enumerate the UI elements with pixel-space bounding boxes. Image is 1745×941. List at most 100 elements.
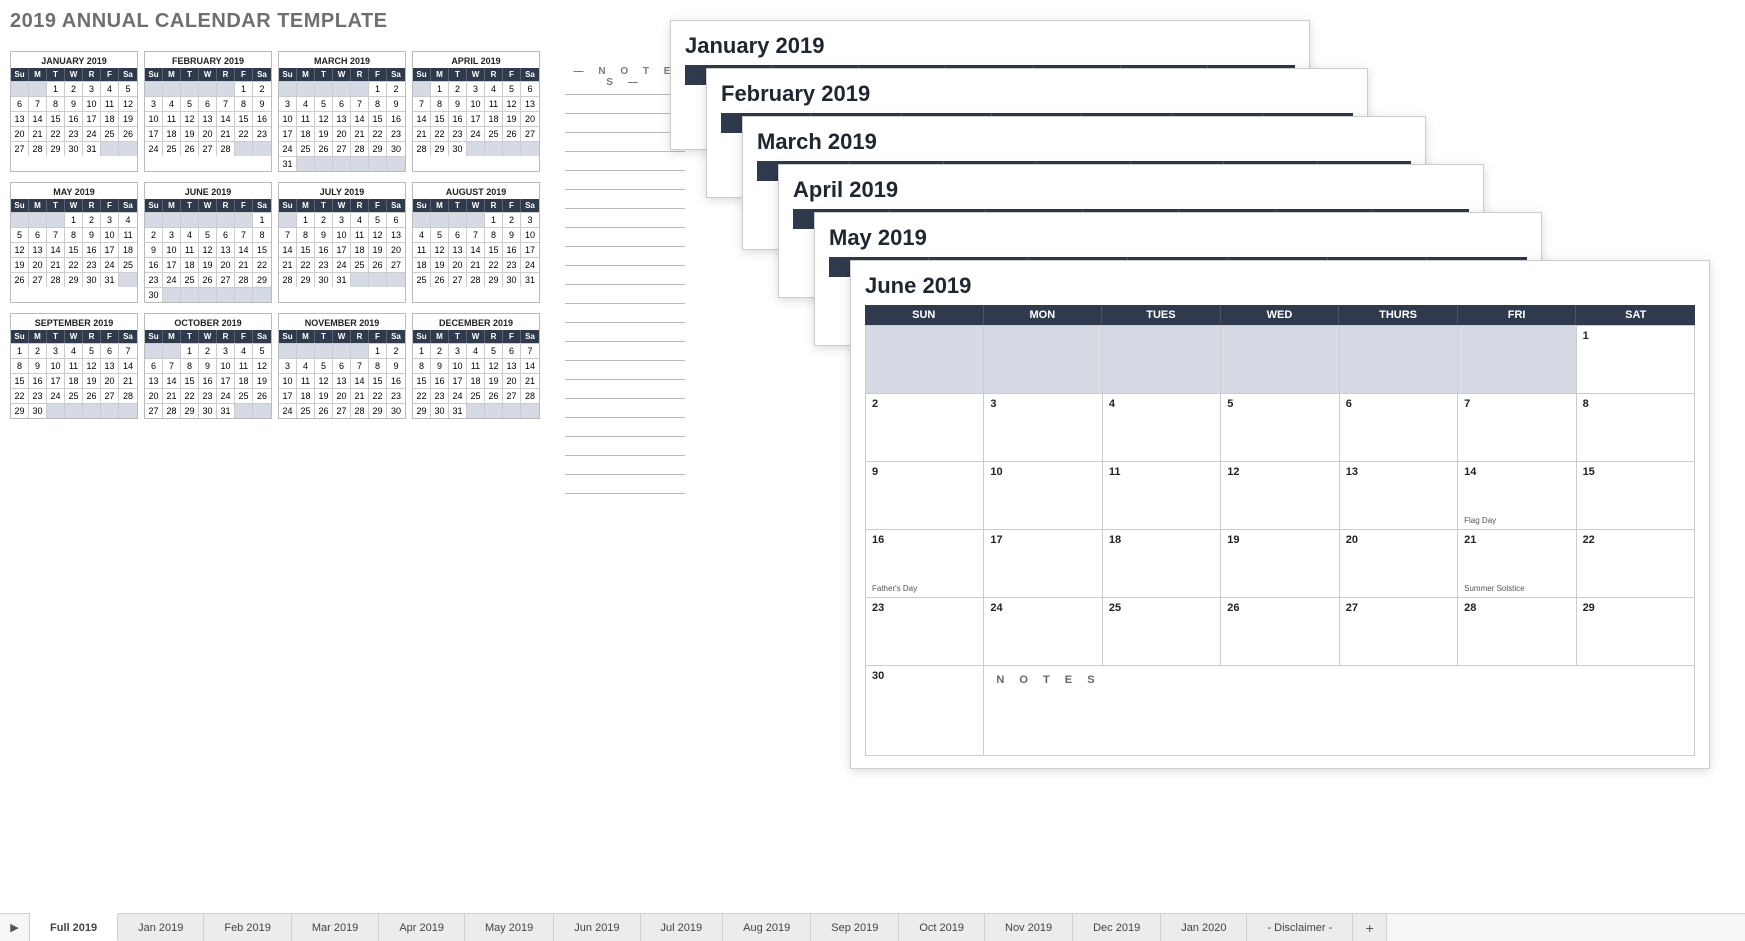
calendar-day-cell[interactable]: 14Flag Day bbox=[1458, 462, 1576, 530]
calendar-day-cell[interactable]: 23 bbox=[866, 598, 984, 666]
calendar-day-cell[interactable]: 2 bbox=[866, 394, 984, 462]
mini-day-header: Su bbox=[279, 330, 297, 343]
mini-day-cell: 7 bbox=[521, 343, 539, 358]
mini-day-cell: 7 bbox=[217, 96, 235, 111]
calendar-day-cell[interactable]: 11 bbox=[1103, 462, 1221, 530]
calendar-day-cell[interactable]: 17 bbox=[984, 530, 1102, 598]
calendar-day-cell[interactable]: 28 bbox=[1458, 598, 1576, 666]
mini-day-cell: 5 bbox=[315, 96, 333, 111]
sheet-tab[interactable]: Nov 2019 bbox=[985, 914, 1073, 941]
calendar-day-cell[interactable]: 22 bbox=[1577, 530, 1695, 598]
mini-day-header: Su bbox=[145, 68, 163, 81]
calendar-day-cell[interactable]: 27 bbox=[1340, 598, 1458, 666]
calendar-day-cell[interactable] bbox=[1458, 326, 1576, 394]
day-event-label: Father's Day bbox=[872, 584, 917, 593]
mini-day-header: T bbox=[449, 68, 467, 81]
mini-day-cell: 4 bbox=[181, 227, 199, 242]
notes-lines[interactable] bbox=[565, 94, 685, 504]
mini-day-cell: 28 bbox=[279, 272, 297, 287]
mini-day-cell: 9 bbox=[387, 96, 405, 111]
mini-day-cell: 26 bbox=[11, 272, 29, 287]
sheet-tab[interactable]: Jul 2019 bbox=[641, 914, 724, 941]
mini-day-cell bbox=[47, 212, 65, 227]
mini-day-cell: 23 bbox=[83, 257, 101, 272]
mini-day-cell: 13 bbox=[503, 358, 521, 373]
calendar-day-cell[interactable]: 1 bbox=[1577, 326, 1695, 394]
calendar-day-cell[interactable]: 9 bbox=[866, 462, 984, 530]
calendar-day-cell[interactable]: 15 bbox=[1577, 462, 1695, 530]
calendar-day-cell[interactable] bbox=[984, 326, 1102, 394]
calendar-day-cell[interactable]: 18 bbox=[1103, 530, 1221, 598]
mini-day-header: W bbox=[199, 68, 217, 81]
calendar-day-cell[interactable] bbox=[866, 326, 984, 394]
sheet-tab[interactable]: May 2019 bbox=[465, 914, 554, 941]
mini-day-cell: 7 bbox=[279, 227, 297, 242]
mini-day-cell: 4 bbox=[65, 343, 83, 358]
calendar-day-cell[interactable]: 7 bbox=[1458, 394, 1576, 462]
calendar-day-cell[interactable]: 29 bbox=[1577, 598, 1695, 666]
calendar-day-cell[interactable] bbox=[1103, 326, 1221, 394]
mini-calendar: JUNE 2019SuMTWRFSa1234567891011121314151… bbox=[144, 182, 272, 303]
mini-day-cell: 29 bbox=[369, 403, 387, 418]
calendar-day-cell[interactable] bbox=[1340, 326, 1458, 394]
calendar-day-cell[interactable]: 4 bbox=[1103, 394, 1221, 462]
month-notes-cell[interactable]: N O T E S bbox=[984, 666, 1695, 756]
calendar-day-cell[interactable]: 10 bbox=[984, 462, 1102, 530]
mini-day-cell bbox=[217, 81, 235, 96]
mini-day-cell: 8 bbox=[11, 358, 29, 373]
sheet-tab[interactable]: Sep 2019 bbox=[811, 914, 899, 941]
sheet-tab[interactable]: Jun 2019 bbox=[554, 914, 640, 941]
sheet-tab[interactable]: Full 2019 bbox=[30, 913, 118, 941]
calendar-day-cell[interactable]: 12 bbox=[1221, 462, 1339, 530]
mini-day-cell: 24 bbox=[467, 126, 485, 141]
mini-day-cell: 16 bbox=[387, 111, 405, 126]
mini-day-cell: 18 bbox=[485, 111, 503, 126]
mini-day-cell bbox=[83, 403, 101, 418]
calendar-day-cell[interactable]: 3 bbox=[984, 394, 1102, 462]
mini-day-header: Su bbox=[145, 199, 163, 212]
mini-day-cell: 30 bbox=[503, 272, 521, 287]
calendar-day-cell[interactable]: 8 bbox=[1577, 394, 1695, 462]
mini-day-cell: 29 bbox=[431, 141, 449, 156]
add-sheet-button[interactable]: + bbox=[1353, 914, 1387, 941]
sheet-tab[interactable]: Dec 2019 bbox=[1073, 914, 1161, 941]
mini-day-cell: 15 bbox=[181, 373, 199, 388]
sheet-tab[interactable]: Jan 2020 bbox=[1161, 914, 1247, 941]
mini-calendar-title: MARCH 2019 bbox=[279, 52, 405, 68]
calendar-day-cell[interactable]: 5 bbox=[1221, 394, 1339, 462]
mini-day-cell: 28 bbox=[163, 403, 181, 418]
mini-day-cell: 10 bbox=[83, 96, 101, 111]
calendar-day-cell[interactable] bbox=[1221, 326, 1339, 394]
mini-day-cell: 29 bbox=[11, 403, 29, 418]
calendar-day-cell[interactable]: 30 bbox=[866, 666, 984, 756]
tab-scroll-icon[interactable]: ▶ bbox=[0, 914, 30, 941]
mini-day-header: M bbox=[163, 68, 181, 81]
calendar-day-cell[interactable]: 25 bbox=[1103, 598, 1221, 666]
calendar-day-cell[interactable]: 24 bbox=[984, 598, 1102, 666]
mini-day-cell: 24 bbox=[145, 141, 163, 156]
calendar-day-cell[interactable]: 26 bbox=[1221, 598, 1339, 666]
calendar-day-cell[interactable]: 20 bbox=[1340, 530, 1458, 598]
sheet-tab[interactable]: Aug 2019 bbox=[723, 914, 811, 941]
mini-day-cell: 5 bbox=[83, 343, 101, 358]
mini-day-cell: 1 bbox=[11, 343, 29, 358]
sheet-tab[interactable]: Oct 2019 bbox=[899, 914, 985, 941]
mini-day-cell: 9 bbox=[83, 227, 101, 242]
mini-day-cell: 6 bbox=[449, 227, 467, 242]
calendar-day-cell[interactable]: 6 bbox=[1340, 394, 1458, 462]
day-number: 11 bbox=[1109, 466, 1214, 478]
calendar-day-cell[interactable]: 19 bbox=[1221, 530, 1339, 598]
calendar-day-cell[interactable]: 16Father's Day bbox=[866, 530, 984, 598]
sheet-tab[interactable]: Feb 2019 bbox=[204, 914, 291, 941]
mini-day-cell: 18 bbox=[101, 111, 119, 126]
mini-day-cell: 13 bbox=[199, 111, 217, 126]
mini-day-cell: 27 bbox=[521, 126, 539, 141]
sheet-tab[interactable]: Apr 2019 bbox=[379, 914, 465, 941]
mini-day-cell: 10 bbox=[467, 96, 485, 111]
calendar-day-cell[interactable]: 13 bbox=[1340, 462, 1458, 530]
mini-day-cell: 21 bbox=[235, 257, 253, 272]
sheet-tab[interactable]: Jan 2019 bbox=[118, 914, 204, 941]
calendar-day-cell[interactable]: 21Summer Solstice bbox=[1458, 530, 1576, 598]
sheet-tab[interactable]: Mar 2019 bbox=[292, 914, 379, 941]
sheet-tab[interactable]: - Disclaimer - bbox=[1247, 914, 1353, 941]
